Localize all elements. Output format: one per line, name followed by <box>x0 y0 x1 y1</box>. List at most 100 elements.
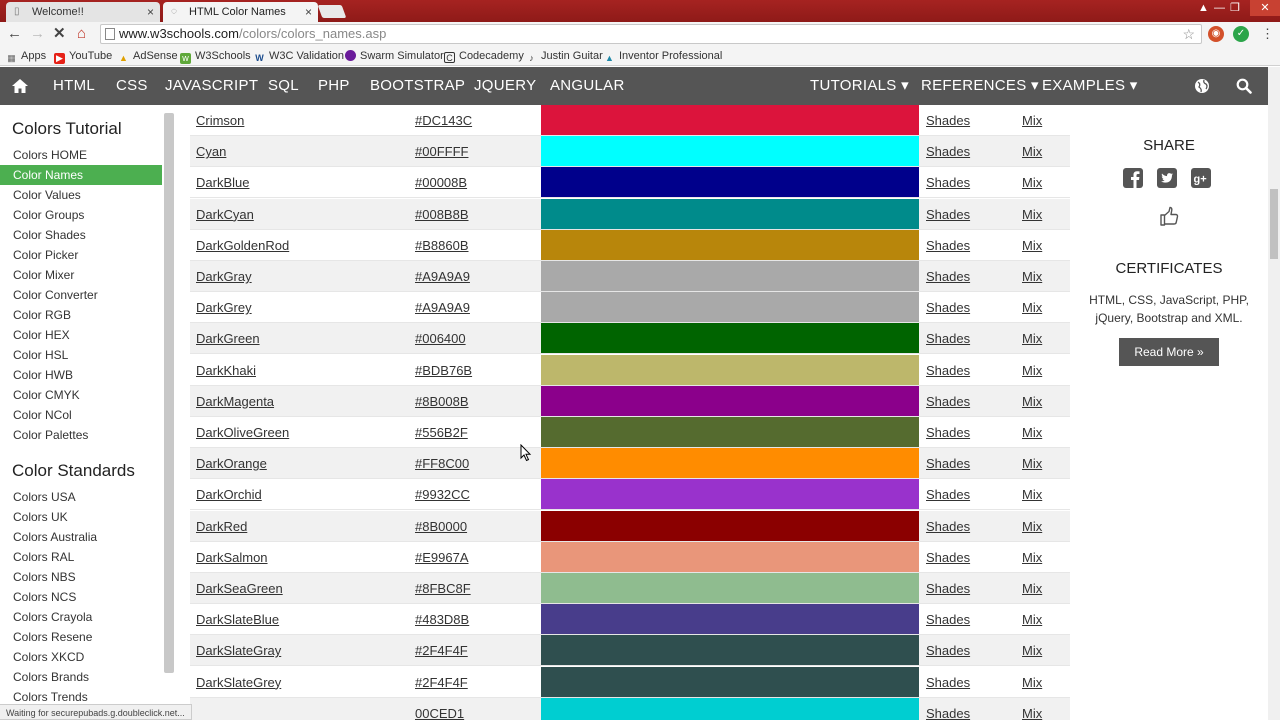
page-scrollbar-thumb[interactable] <box>1270 189 1278 259</box>
shades-link[interactable]: Shades <box>926 230 970 261</box>
color-name-link[interactable]: DarkKhaki <box>196 355 256 386</box>
shades-link[interactable]: Shades <box>926 167 970 198</box>
bookmark-w3c-validation[interactable]: W W3C Validation <box>254 49 344 64</box>
shades-link[interactable]: Shades <box>926 199 970 230</box>
bookmark-codecademy[interactable]: C Codecademy <box>444 49 524 63</box>
mix-link[interactable]: Mix <box>1022 167 1042 198</box>
maximize-icon[interactable]: ❐ <box>1230 0 1240 16</box>
mix-link[interactable]: Mix <box>1022 199 1042 230</box>
shades-link[interactable]: Shades <box>926 573 970 604</box>
sidebar-item-color-cmyk[interactable]: Color CMYK <box>0 385 162 405</box>
shades-link[interactable]: Shades <box>926 417 970 448</box>
shades-link[interactable]: Shades <box>926 635 970 666</box>
color-name-link[interactable]: DarkGrey <box>196 292 252 323</box>
search-icon[interactable] <box>1236 78 1252 94</box>
star-icon[interactable]: ☆ <box>1182 25 1195 43</box>
color-name-link[interactable]: DarkGoldenRod <box>196 230 289 261</box>
color-hex-link[interactable]: #9932CC <box>415 479 470 510</box>
mix-link[interactable]: Mix <box>1022 261 1042 292</box>
close-icon[interactable]: × <box>147 2 154 22</box>
shades-link[interactable]: Shades <box>926 386 970 417</box>
color-name-link[interactable]: DarkSlateGrey <box>196 667 281 698</box>
nav-references[interactable]: REFERENCES ▾ <box>921 67 1039 105</box>
window-close-button[interactable]: ✕ <box>1250 0 1280 16</box>
nav-examples[interactable]: EXAMPLES ▾ <box>1042 67 1138 105</box>
mix-link[interactable]: Mix <box>1022 542 1042 573</box>
nav-php[interactable]: PHP <box>318 67 350 105</box>
sidebar-item-color-shades[interactable]: Color Shades <box>0 225 162 245</box>
bookmark-adsense[interactable]: ▲ AdSense <box>118 49 178 64</box>
mix-link[interactable]: Mix <box>1022 136 1042 167</box>
sidebar-item-color-palettes[interactable]: Color Palettes <box>0 425 162 445</box>
minimize-icon[interactable]: — <box>1214 0 1225 16</box>
home-icon[interactable] <box>11 77 29 95</box>
thumbs-up-icon[interactable] <box>1158 205 1180 227</box>
stop-icon[interactable]: ✕ <box>53 24 66 44</box>
sidebar-item-color-hwb[interactable]: Color HWB <box>0 365 162 385</box>
sidebar-item-colors-crayola[interactable]: Colors Crayola <box>0 607 162 627</box>
color-hex-link[interactable]: #556B2F <box>415 417 468 448</box>
mix-link[interactable]: Mix <box>1022 355 1042 386</box>
shades-link[interactable]: Shades <box>926 604 970 635</box>
read-more-button[interactable]: Read More » <box>1119 338 1219 366</box>
color-name-link[interactable]: DarkSlateGray <box>196 635 281 666</box>
sidebar-item-colors-xkcd[interactable]: Colors XKCD <box>0 647 162 667</box>
sidebar-item-colors-nbs[interactable]: Colors NBS <box>0 567 162 587</box>
page-scrollbar[interactable] <box>1268 67 1280 720</box>
color-hex-link[interactable]: #00008B <box>415 167 467 198</box>
user-icon[interactable]: ▲ <box>1198 0 1209 16</box>
color-hex-link[interactable]: #2F4F4F <box>415 667 468 698</box>
shades-link[interactable]: Shades <box>926 667 970 698</box>
nav-tutorials[interactable]: TUTORIALS ▾ <box>810 67 909 105</box>
color-hex-link[interactable]: #8B0000 <box>415 511 467 542</box>
mix-link[interactable]: Mix <box>1022 573 1042 604</box>
google-plus-icon[interactable]: g+ <box>1190 167 1212 189</box>
sidebar-item-color-converter[interactable]: Color Converter <box>0 285 162 305</box>
shades-link[interactable]: Shades <box>926 698 970 720</box>
nav-jquery[interactable]: JQUERY <box>474 67 536 105</box>
mix-link[interactable]: Mix <box>1022 448 1042 479</box>
new-tab-button[interactable] <box>317 5 347 18</box>
mix-link[interactable]: Mix <box>1022 698 1042 720</box>
sidebar-item-color-picker[interactable]: Color Picker <box>0 245 162 265</box>
color-name-link[interactable]: DarkOrchid <box>196 479 262 510</box>
shades-link[interactable]: Shades <box>926 355 970 386</box>
mix-link[interactable]: Mix <box>1022 230 1042 261</box>
close-icon[interactable]: × <box>305 2 312 22</box>
bookmark-justin-guitar[interactable]: ♪ Justin Guitar <box>526 49 603 64</box>
mix-link[interactable]: Mix <box>1022 105 1042 136</box>
sidebar-item-colors-australia[interactable]: Colors Australia <box>0 527 162 547</box>
sidebar-item-colors-home[interactable]: Colors HOME <box>0 145 162 165</box>
color-hex-link[interactable]: #8FBC8F <box>415 573 471 604</box>
sidebar-item-color-ncol[interactable]: Color NCol <box>0 405 162 425</box>
color-hex-link[interactable]: #A9A9A9 <box>415 292 470 323</box>
sidebar-item-colors-ncs[interactable]: Colors NCS <box>0 587 162 607</box>
nav-angular[interactable]: ANGULAR <box>550 67 625 105</box>
mix-link[interactable]: Mix <box>1022 292 1042 323</box>
shades-link[interactable]: Shades <box>926 448 970 479</box>
color-hex-link[interactable]: #E9967A <box>415 542 469 573</box>
color-name-link[interactable]: DarkSlateBlue <box>196 604 279 635</box>
shades-link[interactable]: Shades <box>926 292 970 323</box>
color-hex-link[interactable]: #2F4F4F <box>415 635 468 666</box>
shades-link[interactable]: Shades <box>926 105 970 136</box>
sidebar-item-colors-usa[interactable]: Colors USA <box>0 487 162 507</box>
home-icon[interactable]: ⌂ <box>77 24 86 44</box>
color-name-link[interactable]: DarkOliveGreen <box>196 417 289 448</box>
color-hex-link[interactable]: #BDB76B <box>415 355 472 386</box>
shades-link[interactable]: Shades <box>926 323 970 354</box>
color-hex-link[interactable]: #00FFFF <box>415 136 468 167</box>
mix-link[interactable]: Mix <box>1022 386 1042 417</box>
color-hex-link[interactable]: #008B8B <box>415 199 469 230</box>
sidebar-item-color-rgb[interactable]: Color RGB <box>0 305 162 325</box>
address-bar[interactable]: www.w3schools.com/colors/colors_names.as… <box>100 24 1202 44</box>
sidebar-item-color-groups[interactable]: Color Groups <box>0 205 162 225</box>
sidebar-scrollbar[interactable] <box>164 113 174 673</box>
shades-link[interactable]: Shades <box>926 479 970 510</box>
mix-link[interactable]: Mix <box>1022 604 1042 635</box>
bookmark-w3schools[interactable]: w W3Schools <box>180 49 251 64</box>
sidebar-item-color-names[interactable]: Color Names <box>0 165 162 185</box>
color-name-link[interactable]: DarkOrange <box>196 448 267 479</box>
color-name-link[interactable]: DarkCyan <box>196 199 254 230</box>
color-name-link[interactable]: DarkGray <box>196 261 252 292</box>
